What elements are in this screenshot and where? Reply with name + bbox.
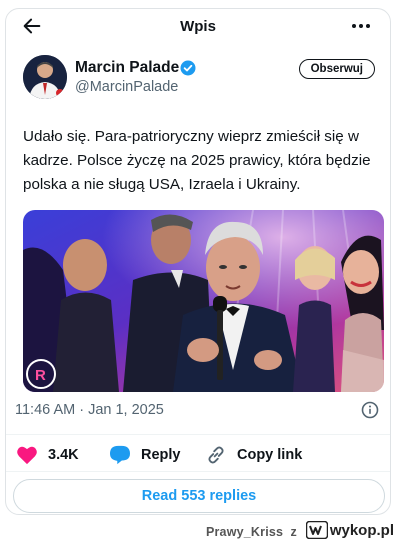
page-title: Wpis bbox=[180, 18, 216, 35]
copy-link-button[interactable]: Copy link bbox=[205, 443, 302, 467]
wykop-logo: wykop.pl bbox=[305, 520, 394, 540]
watermark-username: Prawy_Kriss z bbox=[205, 525, 297, 539]
read-replies-button[interactable]: Read 553 replies bbox=[13, 479, 385, 513]
reply-button[interactable]: Reply bbox=[109, 443, 181, 467]
like-button[interactable]: 3.4K bbox=[16, 443, 79, 467]
reply-bubble-icon bbox=[110, 445, 130, 465]
copy-link-label: Copy link bbox=[237, 447, 303, 463]
link-icon bbox=[208, 446, 224, 464]
more-dots-icon[interactable] bbox=[350, 15, 372, 37]
tweet-card: Wpis Marcin Palade @MarcinPalade Obserwu… bbox=[5, 8, 391, 515]
like-count: 3.4K bbox=[48, 447, 79, 463]
heart-icon bbox=[17, 446, 37, 465]
divider bbox=[6, 434, 390, 435]
tweet-text: Udało się. Para-patrioryczny wieprz zmie… bbox=[23, 128, 371, 193]
verified-badge-icon bbox=[180, 60, 196, 76]
wykop-logo-icon bbox=[305, 521, 328, 539]
author-handle[interactable]: @MarcinPalade bbox=[75, 79, 178, 95]
wykop-logo-text: wykop.pl bbox=[329, 521, 394, 539]
author-display-name[interactable]: Marcin Palade bbox=[75, 59, 179, 77]
reply-label: Reply bbox=[141, 447, 181, 463]
follow-button[interactable]: Obserwuj bbox=[298, 59, 375, 79]
info-icon[interactable] bbox=[361, 401, 379, 419]
avatar[interactable] bbox=[23, 55, 67, 99]
divider bbox=[6, 471, 390, 472]
top-bar: Wpis bbox=[6, 9, 390, 43]
tweet-media-image[interactable]: R bbox=[23, 210, 384, 392]
action-bar: 3.4K Reply Copy link bbox=[6, 439, 390, 469]
svg-text:R: R bbox=[35, 367, 46, 384]
tweet-timestamp[interactable]: 11:46 AM · Jan 1, 2025 bbox=[15, 402, 164, 418]
